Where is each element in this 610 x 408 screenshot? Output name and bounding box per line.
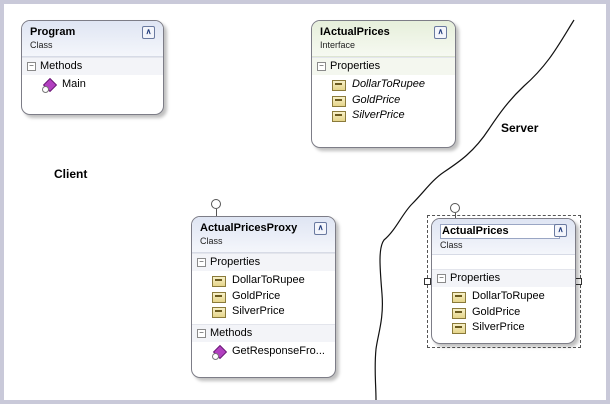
diagram-canvas: Client Server Program Class ∧ − Methods … — [0, 0, 610, 404]
shape-header: ActualPrices Class ∧ — [432, 219, 575, 255]
client-label: Client — [54, 167, 88, 181]
shape-header: ActualPricesProxy Class ∧ — [192, 217, 335, 253]
collapse-compartment-icon[interactable]: − — [197, 328, 206, 338]
class-kind: Class — [30, 40, 53, 50]
method-icon — [212, 346, 226, 360]
member-row[interactable]: GoldPrice — [432, 305, 575, 321]
compartment-title: Properties — [210, 256, 261, 268]
collapse-shape-icon[interactable]: ∧ — [142, 26, 155, 39]
property-icon — [452, 291, 466, 303]
compartment-title: Methods — [40, 60, 83, 72]
class-name-editor[interactable]: ActualPrices — [440, 224, 560, 239]
compartment-title: Methods — [210, 326, 253, 339]
compartment-header[interactable]: − Methods — [192, 323, 335, 342]
collapse-compartment-icon[interactable]: − — [317, 62, 326, 71]
collapse-compartment-icon[interactable]: − — [437, 274, 446, 283]
member-row[interactable]: GoldPrice — [312, 93, 455, 109]
properties-compartment: − Properties DollarToRupee GoldPrice Sil… — [312, 57, 455, 128]
methods-compartment: − Methods GetResponseFro... — [192, 323, 335, 364]
compartment-header[interactable]: − Properties — [192, 253, 335, 271]
member-name: GetResponseFro... — [232, 344, 325, 357]
compartment-title: Properties — [330, 60, 381, 72]
resize-handle-right[interactable] — [575, 278, 582, 285]
member-name: SilverPrice — [472, 321, 525, 333]
property-icon — [212, 291, 226, 303]
member-name: GoldPrice — [352, 93, 401, 106]
member-row[interactable]: DollarToRupee — [312, 77, 455, 93]
properties-compartment: − Properties DollarToRupee GoldPrice Sil… — [432, 269, 575, 340]
member-name: GoldPrice — [472, 305, 521, 318]
collapse-compartment-icon[interactable]: − — [27, 62, 36, 71]
interface-lollipop-icon — [450, 203, 460, 213]
member-name: DollarToRupee — [472, 290, 545, 302]
member-row[interactable]: Main — [22, 77, 163, 93]
program-class-shape[interactable]: Program Class ∧ − Methods Main — [21, 20, 164, 115]
member-row[interactable]: GoldPrice — [192, 289, 335, 305]
shape-header: Program Class ∧ — [22, 21, 163, 57]
compartment-header[interactable]: − Methods — [22, 57, 163, 75]
property-icon — [332, 95, 346, 107]
properties-compartment: − Properties DollarToRupee GoldPrice Sil… — [192, 253, 335, 324]
property-icon — [452, 322, 466, 334]
actualpricesproxy-class-shape[interactable]: ActualPricesProxy Class ∧ − Properties D… — [191, 216, 336, 378]
collapse-shape-icon[interactable]: ∧ — [314, 222, 327, 235]
server-label: Server — [501, 121, 539, 135]
member-row[interactable]: DollarToRupee — [432, 289, 575, 305]
compartment-header[interactable]: − Properties — [432, 269, 575, 287]
actualprices-class-shape[interactable]: ActualPrices Class ∧ − Properties Dollar… — [431, 218, 576, 344]
resize-handle-left[interactable] — [424, 278, 431, 285]
member-row[interactable]: DollarToRupee — [192, 273, 335, 289]
member-name: SilverPrice — [352, 109, 405, 121]
method-icon — [42, 79, 56, 93]
shape-header: IActualPrices Interface ∧ — [312, 21, 455, 57]
member-name: SilverPrice — [232, 305, 285, 317]
class-name: Program — [30, 26, 76, 38]
property-icon — [212, 275, 226, 287]
collapse-shape-icon[interactable]: ∧ — [434, 26, 447, 39]
interface-lollipop-icon — [211, 199, 221, 209]
member-name: GoldPrice — [232, 289, 281, 302]
iactualprices-interface-shape[interactable]: IActualPrices Interface ∧ − Properties D… — [311, 20, 456, 148]
property-icon — [332, 79, 346, 91]
class-kind: Class — [200, 236, 223, 246]
member-name: DollarToRupee — [232, 274, 305, 286]
class-kind: Class — [440, 240, 463, 250]
property-icon — [212, 306, 226, 318]
member-name: DollarToRupee — [352, 78, 425, 90]
class-name: ActualPricesProxy — [200, 222, 298, 234]
member-row[interactable]: SilverPrice — [312, 108, 455, 124]
property-icon — [452, 307, 466, 319]
collapse-shape-icon[interactable]: ∧ — [554, 224, 567, 237]
interface-kind: Interface — [320, 40, 356, 50]
property-icon — [332, 110, 346, 122]
compartment-header[interactable]: − Properties — [312, 57, 455, 75]
collapse-compartment-icon[interactable]: − — [197, 258, 206, 267]
member-row[interactable]: SilverPrice — [432, 320, 575, 336]
methods-compartment: − Methods Main — [22, 57, 163, 97]
compartment-title: Properties — [450, 272, 501, 284]
member-row[interactable]: GetResponseFro... — [192, 344, 335, 360]
member-row[interactable]: SilverPrice — [192, 304, 335, 320]
member-name: Main — [62, 78, 86, 90]
interface-name: IActualPrices — [320, 26, 390, 38]
